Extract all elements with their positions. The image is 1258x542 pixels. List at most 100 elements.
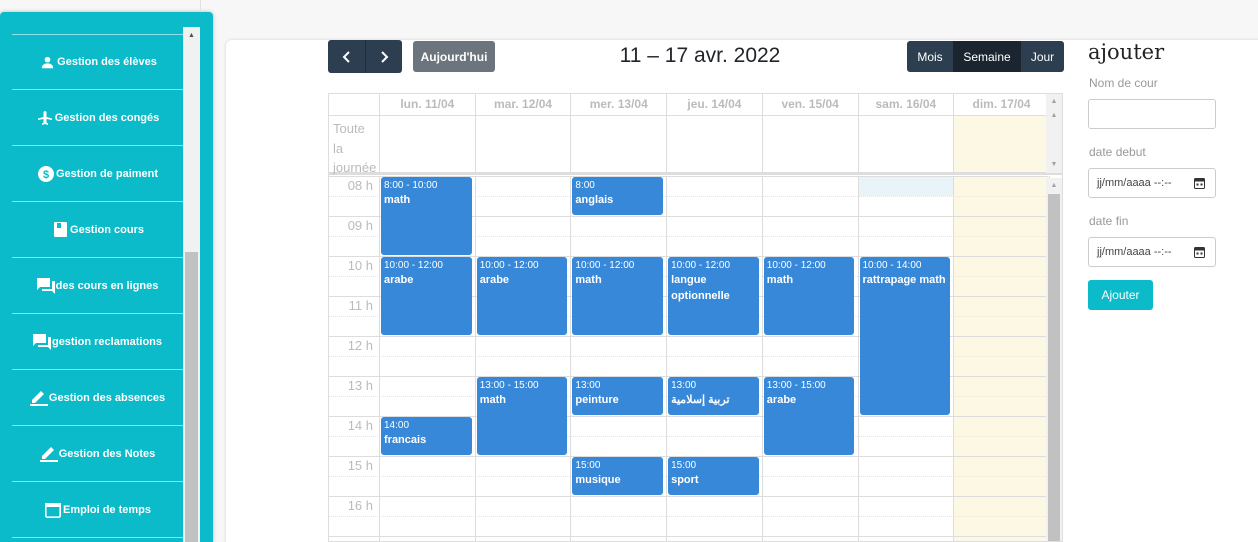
calendar-event[interactable]: 10:00 - 12:00 math (572, 257, 664, 335)
event-title: math (384, 194, 411, 206)
day-header[interactable]: mar. 12/04 (474, 94, 571, 116)
scroll-up-icon[interactable]: ▲ (1046, 108, 1062, 122)
scroll-up-icon[interactable]: ▲ (183, 27, 200, 44)
day-header[interactable]: mer. 13/04 (570, 94, 666, 116)
end-date-input[interactable]: jj/mm/aaaa --:-- (1088, 237, 1216, 267)
event-title: musique (575, 474, 621, 486)
day-header[interactable]: jeu. 14/04 (666, 94, 762, 116)
column-divider (953, 116, 955, 172)
sidebar: Gestion des élèves Gestion des congés $ … (0, 12, 213, 542)
event-time: 10:00 - 14:00 (862, 260, 922, 271)
sidebar-item-absences[interactable]: Gestion des absences (12, 370, 183, 426)
calendar-event[interactable]: 8:00 anglais (572, 177, 664, 215)
day-header[interactable]: lun. 11/04 (379, 94, 475, 116)
calendar-event[interactable]: 10:00 - 12:00 arabe (476, 257, 568, 335)
scrollbar-thumb[interactable] (185, 252, 198, 542)
day-header[interactable]: dim. 17/04 (953, 94, 1049, 116)
calendar-event[interactable]: 10:00 - 14:00 rattrapage math (859, 257, 951, 415)
calendar-event[interactable]: 13:00 - 15:00 arabe (763, 377, 855, 455)
event-title: math (575, 274, 602, 286)
column-divider (953, 176, 955, 541)
sidebar-item-label: Emploi de temps (62, 503, 152, 516)
calendar-picker-icon[interactable] (1194, 177, 1205, 189)
start-date-label: date debut (1089, 145, 1146, 159)
calendar-event[interactable]: 10:00 - 12:00 langue optionnelle (668, 257, 759, 335)
calendar-event[interactable]: 10:00 - 12:00 arabe (381, 257, 472, 335)
calendar-scrollbar[interactable]: ▲ (1046, 178, 1062, 541)
prev-week-button[interactable] (328, 40, 365, 73)
add-button[interactable]: Ajouter (1088, 280, 1153, 310)
column-divider (379, 176, 380, 541)
sidebar-item-reclamations[interactable]: gestion reclamations (12, 314, 183, 370)
time-slot[interactable] (329, 496, 1048, 516)
view-day-button[interactable]: Jour (1021, 41, 1064, 72)
calendar-event[interactable]: 10:00 - 12:00 math (763, 257, 855, 335)
day-header[interactable]: sam. 16/04 (857, 94, 954, 116)
event-time: 8:00 (575, 180, 595, 191)
calendar-event[interactable]: 14:00 francais (381, 417, 472, 455)
column-divider (570, 116, 572, 172)
start-date-input[interactable]: jj/mm/aaaa --:-- (1088, 168, 1216, 198)
event-time: 10:00 - 12:00 (766, 260, 826, 271)
calendar-event[interactable]: 15:00 musique (572, 457, 664, 495)
event-title: sport (671, 474, 699, 486)
calendar-picker-icon[interactable] (1194, 246, 1205, 258)
person-icon (38, 53, 56, 71)
column-divider (474, 176, 476, 541)
sidebar-item-label: des cours en lignes (55, 279, 159, 292)
hour-label: 13 h (347, 378, 373, 393)
calendar-event[interactable]: 15:00 sport (668, 457, 759, 495)
scroll-up-icon[interactable]: ▲ (1046, 178, 1062, 192)
end-date-placeholder: jj/mm/aaaa --:-- (1097, 246, 1172, 258)
event-title: peinture (575, 394, 619, 406)
sidebar-item-conges[interactable]: Gestion des congés (12, 90, 183, 146)
hour-label: 15 h (347, 458, 373, 473)
column-divider (857, 116, 859, 172)
event-title: rattrapage math (862, 274, 946, 286)
calendar-event[interactable]: 13:00 peinture (572, 377, 664, 415)
calendar-event[interactable]: 8:00 - 10:00 math (381, 177, 472, 255)
sidebar-menu: Gestion des élèves Gestion des congés $ … (12, 34, 183, 538)
calendar-event[interactable]: 13:00 - 15:00 math (476, 377, 568, 455)
dollar-icon: $ (37, 165, 55, 183)
sidebar-item-notes[interactable]: Gestion des Notes (12, 426, 183, 482)
scroll-down-icon[interactable]: ▼ (1046, 157, 1062, 171)
calendar-event[interactable]: 13:00 تربية إسلامية (668, 377, 759, 415)
event-time: 13:00 (671, 380, 697, 391)
view-week-button[interactable]: Semaine (953, 41, 1021, 72)
event-title: arabe (384, 274, 414, 286)
hour-label: 10 h (347, 258, 373, 273)
hour-label: 12 h (347, 338, 373, 353)
sidebar-item-cours[interactable]: Gestion cours (12, 202, 183, 258)
sidebar-item-label: Gestion des congés (54, 111, 160, 124)
calendar-header: lun. 11/04 mar. 12/04 mer. 13/04 jeu. 14/04… (329, 94, 1062, 116)
event-time: 13:00 (575, 380, 601, 391)
event-title: math (479, 394, 506, 406)
header-scrollbar[interactable]: ▲ ▲ ▼ (1046, 94, 1062, 173)
scroll-up-icon[interactable]: ▲ (1046, 94, 1062, 108)
event-time: 15:00 (575, 460, 601, 471)
sidebar-item-label: Gestion de paiment (55, 167, 159, 180)
column-divider (761, 116, 763, 172)
today-button[interactable]: Aujourd'hui (413, 41, 495, 72)
sidebar-item-cours-en-ligne[interactable]: des cours en lignes (12, 258, 183, 314)
sidebar-scrollbar[interactable]: ▲ (183, 27, 200, 542)
divider (200, 0, 201, 12)
day-header[interactable]: ven. 15/04 (761, 94, 858, 116)
event-time: 10:00 - 12:00 (575, 260, 635, 271)
sidebar-item-paiment[interactable]: $ Gestion de paiment (12, 146, 183, 202)
event-time: 8:00 - 10:00 (384, 180, 438, 191)
time-slot[interactable] (329, 516, 1048, 536)
view-month-button[interactable]: Mois (907, 41, 953, 72)
book-icon (51, 221, 69, 239)
scrollbar-thumb[interactable] (1048, 194, 1060, 541)
sidebar-item-eleves[interactable]: Gestion des élèves (12, 34, 183, 90)
next-week-button[interactable] (365, 40, 402, 73)
sidebar-item-emploi[interactable]: Emploi de temps (12, 482, 183, 538)
event-title: francais (384, 434, 427, 446)
course-name-label: Nom de cour (1089, 76, 1158, 90)
hour-label: 16 h (347, 498, 373, 513)
course-name-input[interactable] (1088, 99, 1216, 129)
pencil-icon (39, 445, 58, 463)
time-slot[interactable] (329, 536, 1048, 541)
